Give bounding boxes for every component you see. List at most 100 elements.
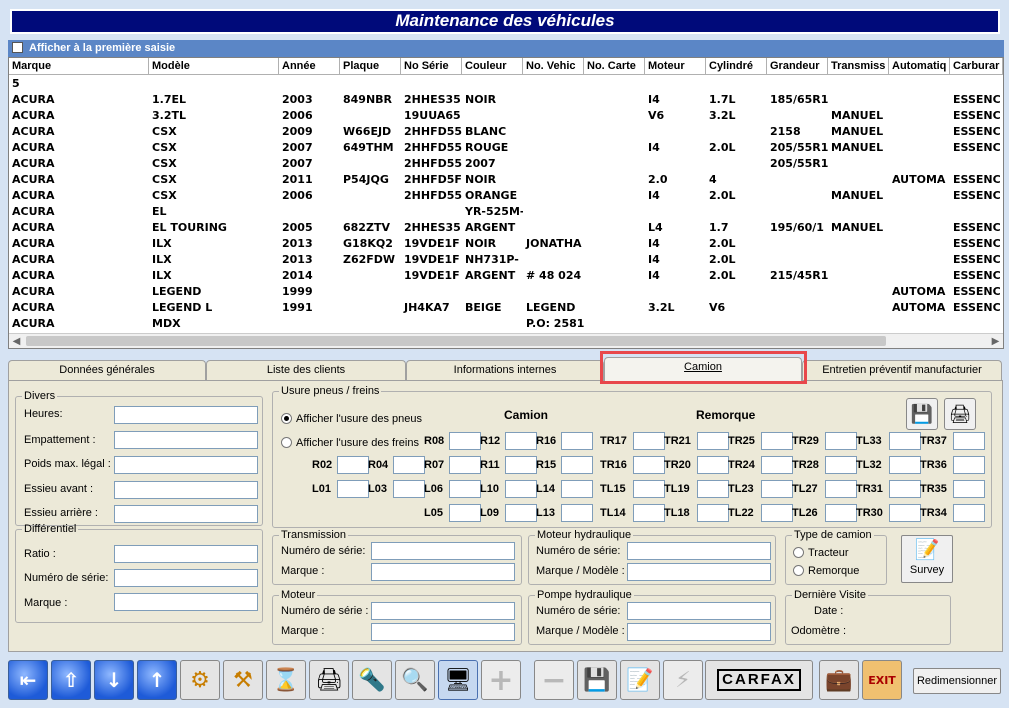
table-cell[interactable]: ESSENC — [950, 188, 1003, 204]
table-cell[interactable]: LEGEND — [523, 300, 584, 316]
table-cell[interactable] — [523, 252, 584, 268]
table-cell[interactable] — [279, 76, 340, 92]
table-cell[interactable]: 3.2TL — [149, 108, 279, 124]
table-cell[interactable]: ILX — [149, 252, 279, 268]
essieu-arriere-input[interactable] — [114, 505, 258, 523]
col-header-cylindre[interactable]: Cylindré — [706, 58, 767, 75]
table-cell[interactable] — [401, 76, 462, 92]
col-header-carburant[interactable]: Carburar — [950, 58, 1003, 75]
table-cell[interactable]: 2009 — [279, 124, 340, 140]
table-cell[interactable]: ESSENC — [950, 236, 1003, 252]
table-cell[interactable]: 2.0L — [706, 236, 767, 252]
table-cell[interactable]: 19VDE1F — [401, 268, 462, 284]
table-cell[interactable]: CSX — [149, 124, 279, 140]
tire-input-tr36[interactable] — [953, 456, 985, 474]
table-cell[interactable]: 2007 — [279, 156, 340, 172]
table-cell[interactable]: MDX — [149, 316, 279, 332]
table-cell[interactable]: I4 — [645, 236, 706, 252]
table-cell[interactable] — [340, 188, 401, 204]
table-cell[interactable] — [340, 76, 401, 92]
table-cell[interactable]: MANUEL — [828, 124, 889, 140]
table-row[interactable]: ACURA ILX 2013 G18KQ2 19VDE1F NOIR JONATHA I4 2.… — [9, 236, 1003, 252]
radio-remorque[interactable]: Remorque — [793, 565, 859, 577]
resize-button[interactable]: Redimensionner — [913, 668, 1001, 694]
col-header-transmission[interactable]: Transmiss — [828, 58, 889, 75]
table-row[interactable]: 5 — [9, 76, 1003, 92]
tire-input-r02[interactable] — [337, 456, 369, 474]
table-cell[interactable]: 2013 — [279, 236, 340, 252]
table-cell[interactable]: 2003 — [279, 92, 340, 108]
table-cell[interactable] — [401, 204, 462, 220]
table-row[interactable]: ACURA CSX 2006 2HHFD55 ORANGE I4 2.0L MANUEL ESS… — [9, 188, 1003, 204]
table-cell[interactable] — [584, 156, 645, 172]
table-row[interactable]: ACURA 3.2TL 2006 19UUA65 V6 3.2L MANUEL ESSENC — [9, 108, 1003, 124]
table-cell[interactable]: NOIR — [462, 92, 523, 108]
table-cell[interactable] — [645, 284, 706, 300]
table-cell[interactable]: ACURA — [9, 204, 149, 220]
table-cell[interactable] — [523, 156, 584, 172]
table-cell[interactable]: MANUEL — [828, 140, 889, 156]
table-row[interactable]: ACURA 1.7EL 2003 849NBR 2HHES35 NOIR I4 1.7L 185… — [9, 92, 1003, 108]
table-cell[interactable] — [523, 204, 584, 220]
table-cell[interactable] — [767, 172, 828, 188]
table-cell[interactable]: 2006 — [279, 188, 340, 204]
table-cell[interactable]: ROUGE — [462, 140, 523, 156]
table-cell[interactable] — [950, 204, 1003, 220]
tire-input-l14[interactable] — [561, 480, 593, 498]
table-cell[interactable] — [767, 252, 828, 268]
table-cell[interactable] — [767, 236, 828, 252]
table-cell[interactable]: ACURA — [9, 188, 149, 204]
table-cell[interactable] — [645, 124, 706, 140]
table-row[interactable]: ACURA CSX 2007 2HHFD55 2007 205/55R1 — [9, 156, 1003, 172]
table-row[interactable]: ACURA CSX 2007 649THM 2HHFD55 ROUGE I4 2.0L 205/… — [9, 140, 1003, 156]
tire-input-r04[interactable] — [393, 456, 425, 474]
col-header-annee[interactable]: Année — [279, 58, 340, 75]
tools-button[interactable]: ⚒ — [223, 660, 263, 700]
table-cell[interactable] — [462, 108, 523, 124]
table-cell[interactable]: ILX — [149, 236, 279, 252]
table-cell[interactable]: AUTOMA — [889, 284, 950, 300]
table-cell[interactable]: 2.0L — [706, 268, 767, 284]
radio-freins-dot[interactable] — [281, 437, 292, 448]
moteur-marque-input[interactable] — [371, 623, 515, 641]
table-cell[interactable] — [645, 156, 706, 172]
table-cell[interactable]: P54JQG — [340, 172, 401, 188]
tire-input-l03[interactable] — [393, 480, 425, 498]
col-header-couleur[interactable]: Couleur — [462, 58, 523, 75]
table-cell[interactable]: ESSENC — [950, 300, 1003, 316]
table-cell[interactable] — [340, 156, 401, 172]
table-row[interactable]: ACURA EL TOURING 2005 682ZTV 2HHES35 ARGENT L4… — [9, 220, 1003, 236]
table-cell[interactable]: 2HHFD55 — [401, 124, 462, 140]
table-cell[interactable] — [828, 172, 889, 188]
table-cell[interactable] — [584, 76, 645, 92]
tab-entretien-preventif[interactable]: Entretien préventif manufacturier — [802, 360, 1002, 380]
diff-marque-input[interactable] — [114, 593, 258, 611]
table-cell[interactable] — [767, 108, 828, 124]
table-cell[interactable] — [950, 156, 1003, 172]
table-cell[interactable]: CSX — [149, 140, 279, 156]
tire-input-tr28[interactable] — [825, 456, 857, 474]
table-cell[interactable] — [523, 76, 584, 92]
history-button[interactable]: ⌛ — [266, 660, 306, 700]
tire-input-tl22[interactable] — [761, 504, 793, 522]
save-disk-icon[interactable]: 💾 — [906, 398, 938, 430]
tire-input-tl26[interactable] — [825, 504, 857, 522]
ratio-input[interactable] — [114, 545, 258, 563]
search-button[interactable]: 🔦 — [352, 660, 392, 700]
table-cell[interactable]: 682ZTV — [340, 220, 401, 236]
table-cell[interactable]: I4 — [645, 268, 706, 284]
exit-button[interactable]: EXIT — [862, 660, 902, 700]
table-cell[interactable]: 2014 — [279, 268, 340, 284]
scrollbar-thumb[interactable] — [26, 336, 886, 346]
table-cell[interactable] — [523, 188, 584, 204]
tire-input-l01[interactable] — [337, 480, 369, 498]
table-row[interactable]: ACURA CSX 2011 P54JQG 2HHFD5F NOIR 2.0 4 AUTOMA E… — [9, 172, 1003, 188]
table-cell[interactable] — [645, 316, 706, 332]
table-cell[interactable]: ESSENC — [950, 92, 1003, 108]
tire-input-l13[interactable] — [561, 504, 593, 522]
first-record-button[interactable]: ⇤ — [8, 660, 48, 700]
table-cell[interactable] — [706, 316, 767, 332]
table-cell[interactable] — [828, 284, 889, 300]
table-cell[interactable] — [828, 76, 889, 92]
table-cell[interactable] — [340, 108, 401, 124]
